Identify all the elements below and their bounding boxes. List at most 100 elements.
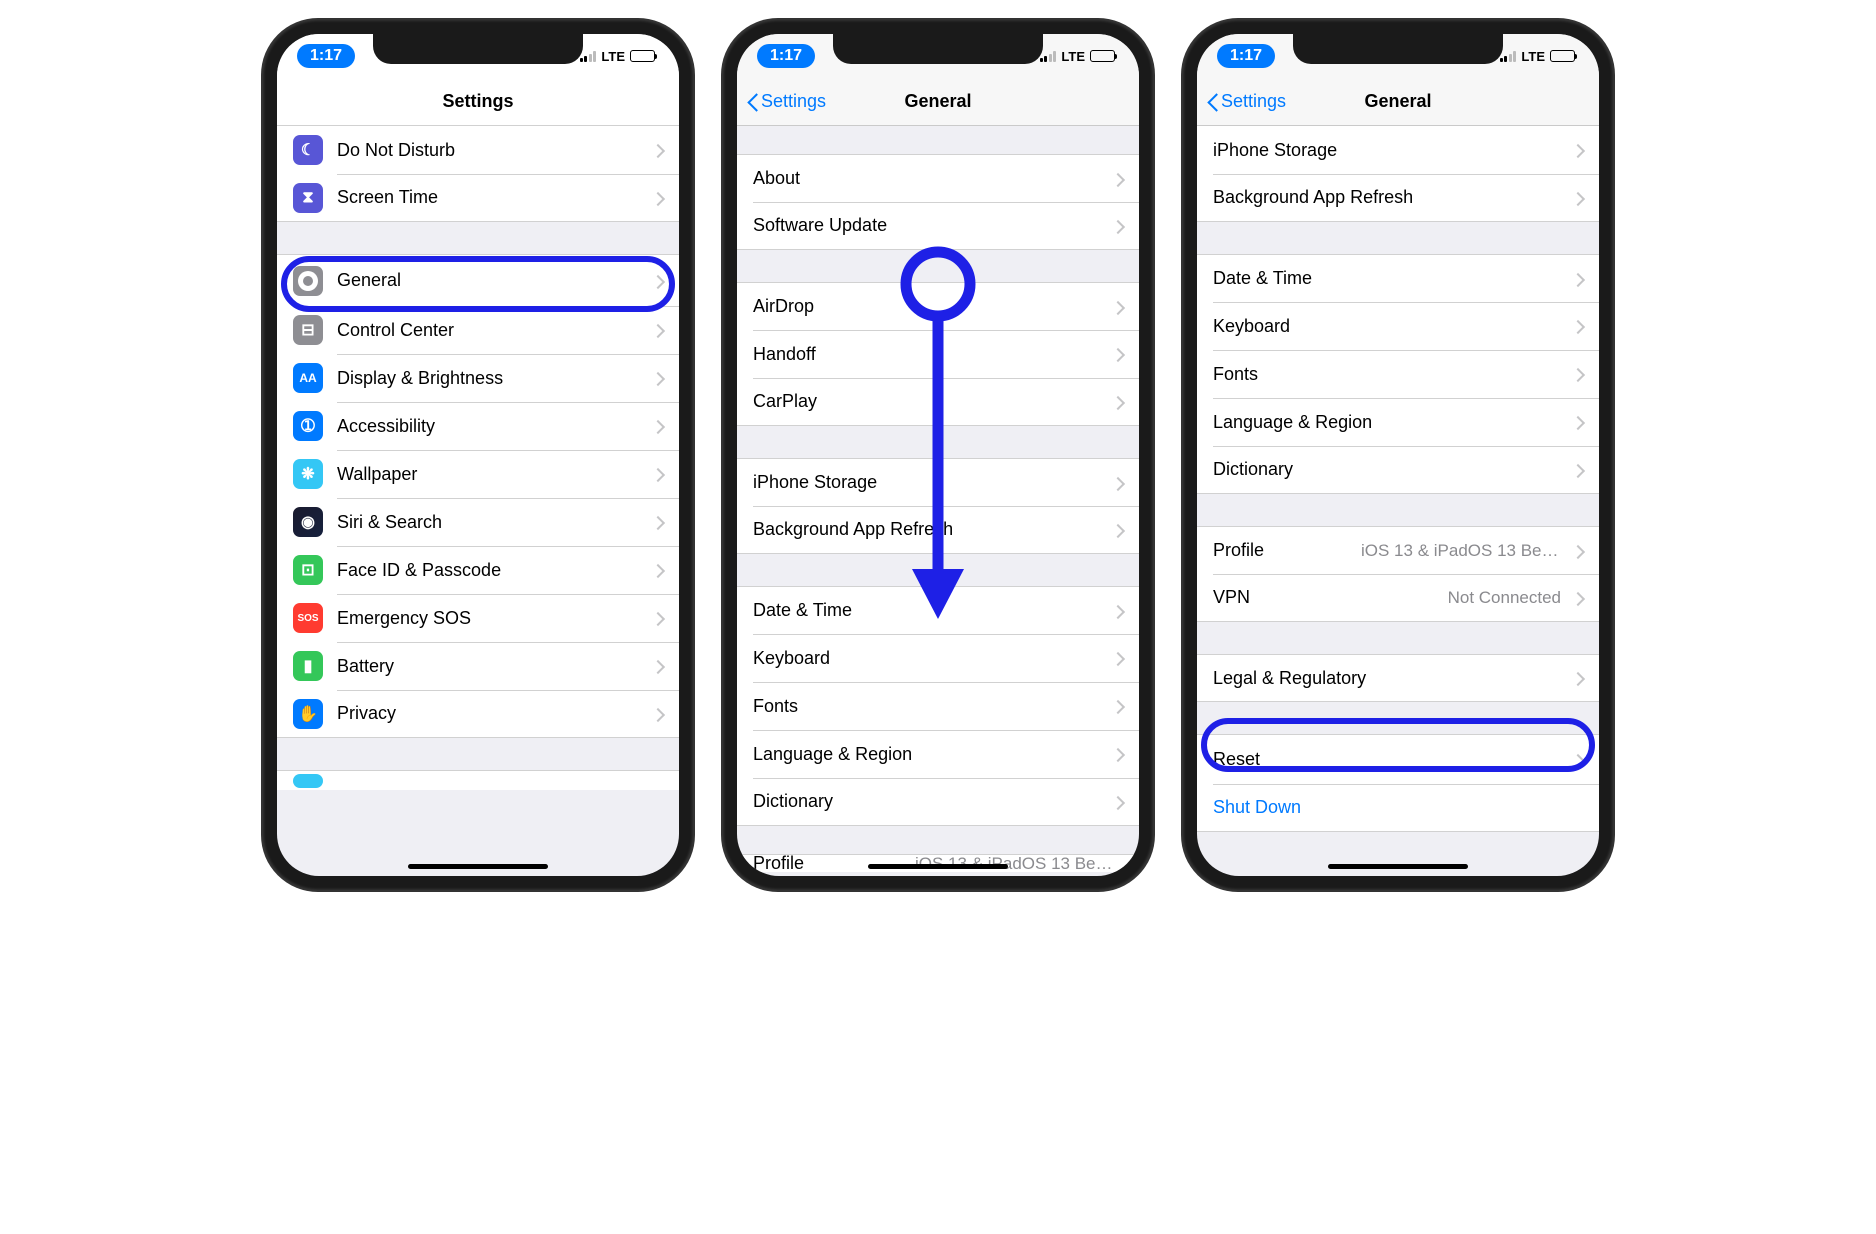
chevron-right-icon	[1575, 319, 1583, 333]
row-screen-time[interactable]: ⧗ Screen Time	[277, 174, 679, 222]
cell-signal-icon	[1040, 51, 1057, 62]
row-accessibility[interactable]: ➀ Accessibility	[277, 402, 679, 450]
accessibility-icon: ➀	[293, 411, 323, 441]
row-airdrop[interactable]: AirDrop	[737, 282, 1139, 330]
battery-icon: ▮	[293, 651, 323, 681]
row-date-time[interactable]: Date & Time	[737, 586, 1139, 634]
row-partial[interactable]	[277, 770, 679, 790]
chevron-right-icon	[655, 659, 663, 673]
row-emergency-sos[interactable]: SOS Emergency SOS	[277, 594, 679, 642]
home-indicator[interactable]	[408, 864, 548, 869]
battery-icon	[1550, 50, 1575, 62]
row-vpn[interactable]: VPNNot Connected	[1197, 574, 1599, 622]
row-general[interactable]: General	[277, 254, 679, 306]
chevron-right-icon	[1575, 272, 1583, 286]
chevron-right-icon	[1575, 143, 1583, 157]
time-pill: 1:17	[757, 44, 815, 68]
home-indicator[interactable]	[868, 864, 1008, 869]
row-background-app-refresh[interactable]: Background App Refresh	[1197, 174, 1599, 222]
chevron-right-icon	[655, 707, 663, 721]
chevron-right-icon	[1115, 747, 1123, 761]
row-dictionary[interactable]: Dictionary	[737, 778, 1139, 826]
phone-frame-1: 1:17 LTE Settings ☾ Do Not Disturb ⧗ Scr…	[263, 20, 693, 890]
row-dictionary[interactable]: Dictionary	[1197, 446, 1599, 494]
cell-signal-icon	[580, 51, 597, 62]
battery-icon	[1090, 50, 1115, 62]
chevron-right-icon	[1115, 795, 1123, 809]
carrier-label: LTE	[1521, 49, 1545, 64]
row-fonts[interactable]: Fonts	[1197, 350, 1599, 398]
row-reset[interactable]: Reset	[1197, 734, 1599, 784]
row-about[interactable]: About	[737, 154, 1139, 202]
chevron-right-icon	[1115, 219, 1123, 233]
row-dnd[interactable]: ☾ Do Not Disturb	[277, 126, 679, 174]
row-privacy[interactable]: ✋ Privacy	[277, 690, 679, 738]
home-indicator[interactable]	[1328, 864, 1468, 869]
row-language-region[interactable]: Language & Region	[1197, 398, 1599, 446]
sos-icon: SOS	[293, 603, 323, 633]
row-keyboard[interactable]: Keyboard	[1197, 302, 1599, 350]
hourglass-icon: ⧗	[293, 183, 323, 213]
back-button[interactable]: Settings	[1207, 91, 1286, 112]
row-keyboard[interactable]: Keyboard	[737, 634, 1139, 682]
row-profile-peek[interactable]: Profile iOS 13 & iPadOS 13 Beta Softwar.…	[737, 854, 1139, 872]
back-button[interactable]: Settings	[747, 91, 826, 112]
row-siri-search[interactable]: ◉ Siri & Search	[277, 498, 679, 546]
nav-bar: Settings General	[737, 78, 1139, 126]
chevron-right-icon	[655, 515, 663, 529]
nav-bar: Settings General	[1197, 78, 1599, 126]
time-pill: 1:17	[1217, 44, 1275, 68]
row-profile[interactable]: ProfileiOS 13 & iPadOS 13 Beta Softwar..…	[1197, 526, 1599, 574]
hand-icon: ✋	[293, 699, 323, 729]
carrier-label: LTE	[1061, 49, 1085, 64]
row-control-center[interactable]: ⊟ Control Center	[277, 306, 679, 354]
row-carplay[interactable]: CarPlay	[737, 378, 1139, 426]
row-battery[interactable]: ▮ Battery	[277, 642, 679, 690]
page-title: General	[904, 91, 971, 112]
chevron-right-icon	[1115, 699, 1123, 713]
notch	[1293, 34, 1503, 64]
row-software-update[interactable]: Software Update	[737, 202, 1139, 250]
settings-list[interactable]: ☾ Do Not Disturb ⧗ Screen Time General	[277, 126, 679, 876]
page-title: General	[1364, 91, 1431, 112]
general-list[interactable]: About Software Update AirDrop Handoff Ca…	[737, 126, 1139, 876]
row-iphone-storage[interactable]: iPhone Storage	[737, 458, 1139, 506]
chevron-right-icon	[655, 274, 663, 288]
notch	[373, 34, 583, 64]
row-iphone-storage[interactable]: iPhone Storage	[1197, 126, 1599, 174]
phone-frame-3: 1:17 LTE Settings General iPhone Storage…	[1183, 20, 1613, 890]
nav-bar: Settings	[277, 78, 679, 126]
battery-icon	[630, 50, 655, 62]
chevron-right-icon	[1575, 671, 1583, 685]
chevron-right-icon	[655, 191, 663, 205]
row-legal-regulatory[interactable]: Legal & Regulatory	[1197, 654, 1599, 702]
row-background-app-refresh[interactable]: Background App Refresh	[737, 506, 1139, 554]
carrier-label: LTE	[601, 49, 625, 64]
row-date-time[interactable]: Date & Time	[1197, 254, 1599, 302]
chevron-right-icon	[655, 143, 663, 157]
phone-frame-2: 1:17 LTE Settings General About Software…	[723, 20, 1153, 890]
row-language-region[interactable]: Language & Region	[737, 730, 1139, 778]
switches-icon: ⊟	[293, 315, 323, 345]
chevron-right-icon	[1575, 591, 1583, 605]
row-display-brightness[interactable]: AA Display & Brightness	[277, 354, 679, 402]
row-faceid-passcode[interactable]: ⊡ Face ID & Passcode	[277, 546, 679, 594]
general-list-scrolled[interactable]: iPhone Storage Background App Refresh Da…	[1197, 126, 1599, 876]
chevron-right-icon	[655, 371, 663, 385]
chevron-right-icon	[1115, 347, 1123, 361]
row-wallpaper[interactable]: ❋ Wallpaper	[277, 450, 679, 498]
row-shut-down[interactable]: Shut Down	[1197, 784, 1599, 832]
row-fonts[interactable]: Fonts	[737, 682, 1139, 730]
chevron-right-icon	[1115, 476, 1123, 490]
row-handoff[interactable]: Handoff	[737, 330, 1139, 378]
chevron-right-icon	[1575, 753, 1583, 767]
chevron-right-icon	[1575, 415, 1583, 429]
chevron-right-icon	[1115, 395, 1123, 409]
chevron-right-icon	[655, 467, 663, 481]
text-size-icon: AA	[293, 363, 323, 393]
chevron-right-icon	[1115, 300, 1123, 314]
cell-signal-icon	[1500, 51, 1517, 62]
chevron-left-icon	[1207, 92, 1219, 112]
moon-icon: ☾	[293, 135, 323, 165]
chevron-right-icon	[1115, 604, 1123, 618]
